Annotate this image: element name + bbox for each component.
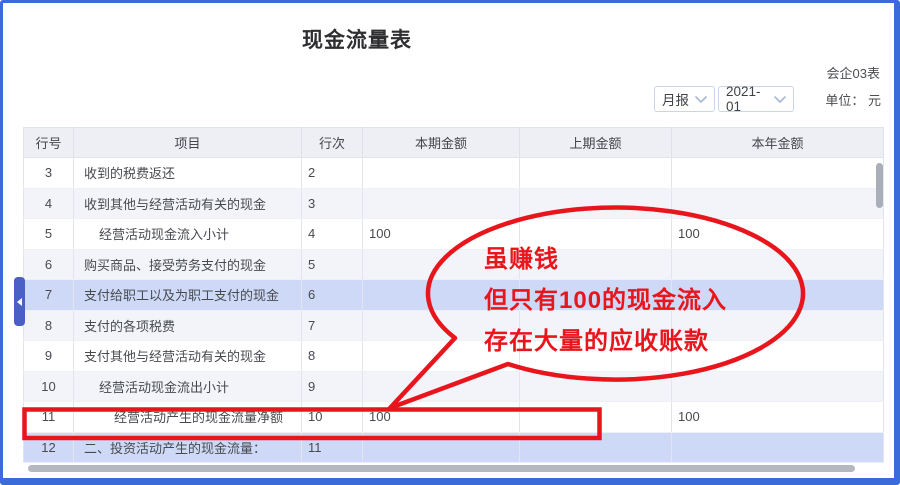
report-month-select[interactable]: 2021-01 (718, 86, 794, 112)
table-row[interactable]: 10 经营活动现金流出小计 9 (24, 371, 884, 402)
table-row[interactable]: 12 二、投资活动产生的现金流量： 11 (24, 432, 884, 463)
cell-year-amount: 100 (672, 219, 884, 250)
unit-label: 单位： 元 (825, 90, 881, 109)
cell-row-no: 3 (24, 158, 74, 189)
cell-line-no: 8 (302, 341, 363, 372)
report-period-value: 月报 (662, 89, 689, 109)
cell-current-amount: 100 (363, 402, 520, 433)
cell-prior-amount (520, 249, 672, 280)
table-body: 3 收到的税费返还 2 4 收到其他与经营活动有关的现金 3 5 经营活动现金流… (24, 158, 884, 463)
cell-item: 支付给职工以及为职工支付的现金 (74, 280, 302, 311)
cell-line-no: 6 (302, 280, 363, 311)
column-header-line-no: 行次 (302, 128, 363, 158)
cell-prior-amount (520, 341, 672, 372)
cell-current-amount (363, 341, 520, 372)
cell-item: 收到其他与经营活动有关的现金 (74, 188, 302, 219)
column-header-item: 项目 (74, 128, 302, 158)
cell-current-amount (363, 280, 520, 311)
horizontal-scrollbar-thumb[interactable] (28, 465, 855, 472)
cell-row-no: 6 (24, 249, 74, 280)
column-header-year: 本年金额 (672, 128, 884, 158)
table-row[interactable]: 7 支付给职工以及为职工支付的现金 6 (24, 280, 884, 311)
cell-year-amount (672, 158, 884, 189)
cell-year-amount (672, 341, 884, 372)
table-header-row: 行号 项目 行次 本期金额 上期金额 本年金额 (24, 128, 884, 158)
cell-row-no: 5 (24, 219, 74, 250)
cell-line-no: 9 (302, 371, 363, 402)
cell-line-no: 7 (302, 310, 363, 341)
cell-row-no: 12 (24, 432, 74, 463)
cell-prior-amount (520, 219, 672, 250)
cell-year-amount (672, 310, 884, 341)
cell-line-no: 2 (302, 158, 363, 189)
cell-item: 支付的各项税费 (74, 310, 302, 341)
cell-prior-amount (520, 310, 672, 341)
page-title: 现金流量表 (302, 24, 412, 54)
cell-current-amount (363, 432, 520, 463)
cell-row-no: 7 (24, 280, 74, 311)
cell-item: 经营活动现金流入小计 (74, 219, 302, 250)
table-row[interactable]: 3 收到的税费返还 2 (24, 158, 884, 189)
cell-item: 收到的税费返还 (74, 158, 302, 189)
cell-item: 经营活动现金流出小计 (74, 371, 302, 402)
cell-line-no: 3 (302, 188, 363, 219)
form-code-label: 会企03表 (827, 63, 880, 82)
cash-flow-table: 行号 项目 行次 本期金额 上期金额 本年金额 3 收到的税费返还 2 4 收到… (23, 127, 883, 463)
cell-item: 支付其他与经营活动有关的现金 (74, 341, 302, 372)
vertical-scrollbar-thumb[interactable] (876, 163, 883, 208)
cell-prior-amount (520, 432, 672, 463)
cell-year-amount (672, 249, 884, 280)
cell-row-no: 10 (24, 371, 74, 402)
cell-current-amount: 100 (363, 219, 520, 250)
cell-year-amount: 100 (672, 402, 884, 433)
table-row[interactable]: 6 购买商品、接受劳务支付的现金 5 (24, 249, 884, 280)
cell-line-no: 5 (302, 249, 363, 280)
cell-item: 购买商品、接受劳务支付的现金 (74, 249, 302, 280)
cell-current-amount (363, 188, 520, 219)
cell-prior-amount (520, 402, 672, 433)
cell-prior-amount (520, 188, 672, 219)
cell-row-no: 9 (24, 341, 74, 372)
cell-row-no: 11 (24, 402, 74, 433)
cell-prior-amount (520, 371, 672, 402)
column-header-row-no: 行号 (24, 128, 74, 158)
table-row[interactable]: 4 收到其他与经营活动有关的现金 3 (24, 188, 884, 219)
table-row[interactable]: 11 经营活动产生的现金流量净额 10 100 100 (24, 402, 884, 433)
table-row[interactable]: 9 支付其他与经营活动有关的现金 8 (24, 341, 884, 372)
column-header-prior: 上期金额 (520, 128, 672, 158)
cell-line-no: 4 (302, 219, 363, 250)
cell-line-no: 10 (302, 402, 363, 433)
cell-year-amount (672, 188, 884, 219)
chevron-down-icon (774, 96, 786, 103)
cell-item: 二、投资活动产生的现金流量： (74, 432, 302, 463)
cell-year-amount (672, 432, 884, 463)
cell-line-no: 11 (302, 432, 363, 463)
cell-current-amount (363, 249, 520, 280)
chevron-down-icon (695, 96, 707, 103)
arrow-left-icon (17, 298, 22, 306)
table-row[interactable]: 5 经营活动现金流入小计 4 100 100 (24, 219, 884, 250)
report-period-select[interactable]: 月报 (654, 86, 715, 112)
cell-current-amount (363, 371, 520, 402)
cell-prior-amount (520, 280, 672, 311)
table-row[interactable]: 8 支付的各项税费 7 (24, 310, 884, 341)
report-month-value: 2021-01 (726, 84, 768, 114)
cell-row-no: 4 (24, 188, 74, 219)
column-header-current: 本期金额 (363, 128, 520, 158)
cell-row-no: 8 (24, 310, 74, 341)
sidebar-collapse-handle[interactable] (14, 277, 25, 326)
cell-prior-amount (520, 158, 672, 189)
cell-year-amount (672, 280, 884, 311)
cell-current-amount (363, 310, 520, 341)
cell-item: 经营活动产生的现金流量净额 (74, 402, 302, 433)
cell-current-amount (363, 158, 520, 189)
cell-year-amount (672, 371, 884, 402)
